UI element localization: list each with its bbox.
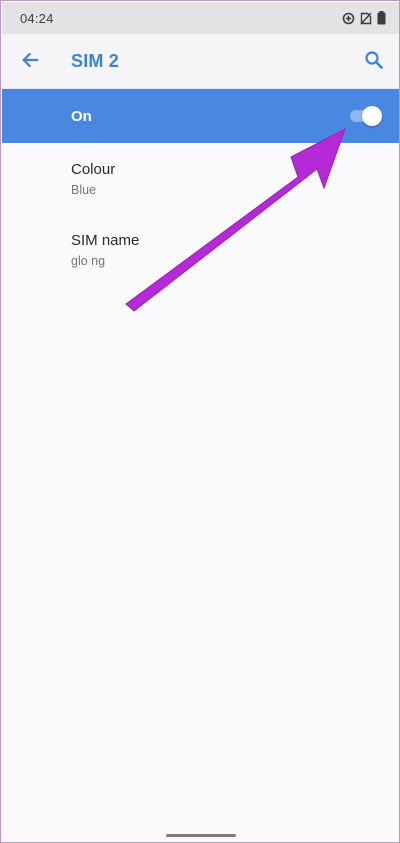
app-bar: SIM 2 bbox=[2, 34, 399, 89]
colour-preference[interactable]: Colour Blue bbox=[2, 161, 399, 225]
sim-toggle-row[interactable]: On bbox=[2, 89, 399, 143]
status-icons bbox=[342, 11, 386, 25]
sim-name-title: SIM name bbox=[71, 232, 140, 249]
colour-title: Colour bbox=[71, 161, 116, 178]
back-button[interactable] bbox=[16, 48, 44, 76]
battery-icon bbox=[377, 11, 386, 25]
sim-name-preference[interactable]: SIM name glo ng bbox=[2, 232, 399, 296]
sim-name-summary: glo ng bbox=[71, 254, 106, 268]
search-icon bbox=[364, 50, 384, 75]
sim-toggle-label: On bbox=[71, 108, 92, 125]
arrow-left-icon bbox=[20, 50, 40, 75]
no-sim-icon bbox=[360, 12, 372, 25]
data-saver-icon bbox=[342, 12, 355, 25]
home-indicator[interactable] bbox=[166, 834, 236, 837]
search-button[interactable] bbox=[360, 48, 388, 76]
sim-toggle-switch[interactable] bbox=[350, 106, 384, 126]
switch-thumb bbox=[362, 106, 382, 126]
colour-summary: Blue bbox=[71, 183, 97, 197]
screen-frame: 04:24 SIM 2 On Colour Blue SIM name glo … bbox=[0, 0, 400, 843]
status-time: 04:24 bbox=[20, 10, 54, 26]
status-bar: 04:24 bbox=[2, 2, 399, 34]
page-title: SIM 2 bbox=[71, 51, 120, 71]
